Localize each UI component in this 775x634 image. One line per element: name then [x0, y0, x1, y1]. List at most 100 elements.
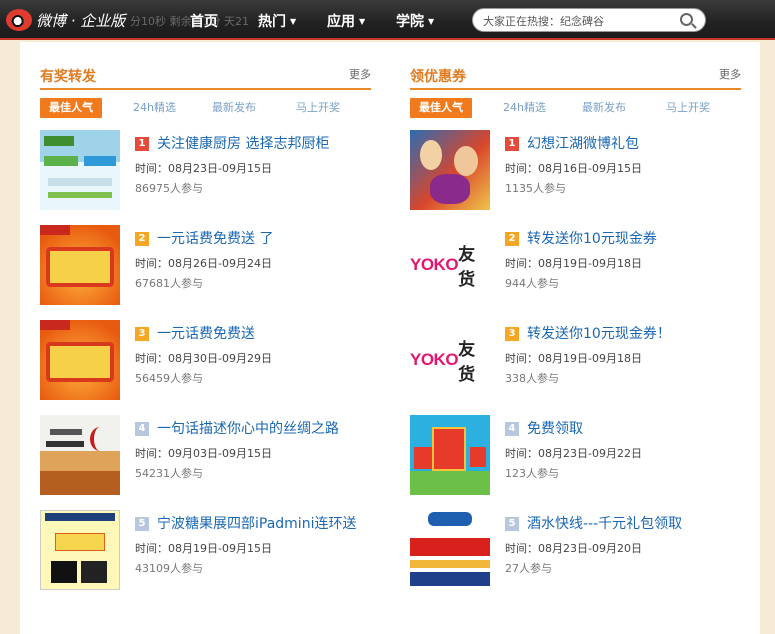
item-time: 时间：08月19日-09月18日	[505, 257, 642, 270]
list-item: 5 宁波糖果展四部iPadmini连环送 时间：08月19日-09月15日 43…	[40, 506, 371, 601]
list-item: YOKO 友货 3 转发送你10元现金券！ 时间：08月19日-09月18日 33…	[410, 316, 741, 411]
rank-badge: 4	[505, 422, 519, 436]
tab-most-popular[interactable]: 最佳人气	[410, 98, 472, 118]
item-title-link[interactable]: 转发送你10元现金券	[527, 228, 657, 248]
nav-academy[interactable]: 学院 ▼	[396, 11, 434, 31]
nav-apps[interactable]: 应用 ▼	[327, 11, 365, 31]
weibo-eye-icon	[6, 9, 32, 31]
item-participants: 338人参与	[505, 372, 559, 385]
item-time: 时间：08月19日-09月18日	[505, 352, 642, 365]
search-box[interactable]: 大家正在热搜：纪念碑谷	[472, 8, 706, 32]
tab-draw-soon[interactable]: 马上开奖	[666, 98, 710, 118]
item-time: 时间：08月19日-09月15日	[135, 542, 272, 555]
item-thumbnail[interactable]	[40, 320, 120, 400]
item-participants: 123人参与	[505, 467, 559, 480]
list-item: 4 一句话描述你心中的丝绸之路 时间：09月03日-09月15日 54231人参…	[40, 411, 371, 506]
item-title-link[interactable]: 宁波糖果展四部iPadmini连环送	[157, 513, 356, 533]
tab-24h-picks[interactable]: 24h精选	[503, 98, 546, 118]
logo-text: 微博 · 企业版	[36, 11, 126, 30]
nav-hot[interactable]: 热门 ▼	[258, 11, 296, 31]
item-time: 时间：08月26日-09月24日	[135, 257, 272, 270]
repost-prize-section: 有奖转发 更多 最佳人气 24h精选 最新发布 马上开奖 1 关注健康厨房 选择…	[40, 42, 371, 601]
tab-bar: 最佳人气 24h精选 最新发布 马上开奖	[40, 90, 371, 126]
item-participants: 56459人参与	[135, 372, 203, 385]
section-header: 有奖转发 更多	[40, 42, 371, 90]
item-title-link[interactable]: 酒水快线---千元礼包领取	[527, 513, 682, 533]
item-participants: 54231人参与	[135, 467, 203, 480]
yoko-logo-word: YOKO	[410, 350, 459, 369]
item-time: 时间：08月23日-09月15日	[135, 162, 272, 175]
search-input[interactable]: 大家正在热搜：纪念碑谷	[483, 13, 604, 29]
chevron-down-icon: ▼	[359, 17, 366, 26]
yoko-logo-cn: 友货	[458, 245, 476, 290]
item-time: 时间：08月30日-09月29日	[135, 352, 272, 365]
item-participants: 944人参与	[505, 277, 559, 290]
item-title-link[interactable]: 一句话描述你心中的丝绸之路	[157, 418, 339, 438]
weibo-logo[interactable]: 微博 · 企业版	[6, 6, 125, 34]
item-title-link[interactable]: 一元话费免费送 了	[157, 228, 273, 248]
top-bar: 微博 · 企业版 分10秒 剩余：1分 天21 首页 热门 ▼ 应用 ▼ 学院 ▼ 大…	[0, 0, 775, 40]
item-title-link[interactable]: 免费领取	[527, 418, 583, 438]
item-time: 时间：08月23日-09月20日	[505, 542, 642, 555]
tab-bar: 最佳人气 24h精选 最新发布 马上开奖	[410, 90, 741, 126]
item-participants: 67681人参与	[135, 277, 203, 290]
item-title-link[interactable]: 关注健康厨房 选择志邦厨柜	[157, 133, 329, 153]
tab-latest[interactable]: 最新发布	[212, 98, 256, 118]
nav-hot-label: 热门	[258, 14, 286, 30]
item-time: 时间：08月16日-09月15日	[505, 162, 642, 175]
item-title-link[interactable]: 幻想江湖微博礼包	[527, 133, 639, 153]
item-list: 1 关注健康厨房 选择志邦厨柜 时间：08月23日-09月15日 86975人参…	[40, 126, 371, 601]
more-link[interactable]: 更多	[349, 66, 371, 82]
tab-most-popular[interactable]: 最佳人气	[40, 98, 102, 118]
chevron-down-icon: ▼	[428, 17, 435, 26]
item-thumbnail[interactable]: YOKO 友货	[410, 225, 490, 305]
search-icon[interactable]	[680, 13, 693, 26]
tab-24h-picks[interactable]: 24h精选	[133, 98, 176, 118]
item-thumbnail[interactable]	[40, 225, 120, 305]
item-thumbnail[interactable]	[40, 510, 120, 590]
list-item: YOKO 友货 2 转发送你10元现金券 时间：08月19日-09月18日 944…	[410, 221, 741, 316]
item-time: 时间：08月23日-09月22日	[505, 447, 642, 460]
item-list: 1 幻想江湖微博礼包 时间：08月16日-09月15日 1135人参与 YOKO…	[410, 126, 741, 601]
rank-badge: 1	[135, 137, 149, 151]
item-participants: 43109人参与	[135, 562, 203, 575]
section-title: 有奖转发	[40, 69, 96, 85]
item-title-link[interactable]: 一元话费免费送	[157, 323, 255, 343]
nav-academy-label: 学院	[396, 14, 424, 30]
item-participants: 27人参与	[505, 562, 552, 575]
item-thumbnail[interactable]	[410, 415, 490, 495]
yoko-logo-cn: 友货	[458, 340, 476, 385]
rank-badge: 3	[505, 327, 519, 341]
tab-draw-soon[interactable]: 马上开奖	[296, 98, 340, 118]
item-participants: 1135人参与	[505, 182, 566, 195]
coupon-section: 领优惠券 更多 最佳人气 24h精选 最新发布 马上开奖 1 幻想江湖微博礼包 …	[410, 42, 741, 601]
item-title-link[interactable]: 转发送你10元现金券！	[527, 323, 671, 343]
rank-badge: 2	[135, 232, 149, 246]
list-item: 1 关注健康厨房 选择志邦厨柜 时间：08月23日-09月15日 86975人参…	[40, 126, 371, 221]
item-thumbnail[interactable]	[410, 510, 490, 590]
yoko-logo-word: YOKO	[410, 255, 459, 274]
more-link[interactable]: 更多	[719, 66, 741, 82]
item-participants: 86975人参与	[135, 182, 203, 195]
item-thumbnail[interactable]: YOKO 友货	[410, 320, 490, 400]
chevron-down-icon: ▼	[290, 17, 297, 26]
list-item: 2 一元话费免费送 了 时间：08月26日-09月24日 67681人参与	[40, 221, 371, 316]
item-thumbnail[interactable]	[410, 130, 490, 210]
rank-badge: 2	[505, 232, 519, 246]
section-header: 领优惠券 更多	[410, 42, 741, 90]
tab-latest[interactable]: 最新发布	[582, 98, 626, 118]
item-time: 时间：09月03日-09月15日	[135, 447, 272, 460]
list-item: 3 一元话费免费送 时间：08月30日-09月29日 56459人参与	[40, 316, 371, 411]
rank-badge: 4	[135, 422, 149, 436]
nav-home-label: 首页	[190, 14, 218, 30]
section-title: 领优惠券	[410, 69, 466, 85]
content-panel: 有奖转发 更多 最佳人气 24h精选 最新发布 马上开奖 1 关注健康厨房 选择…	[20, 42, 760, 634]
nav-home[interactable]: 首页	[190, 11, 218, 31]
rank-badge: 5	[505, 517, 519, 531]
nav-apps-label: 应用	[327, 14, 355, 30]
rank-badge: 5	[135, 517, 149, 531]
list-item: 4 免费领取 时间：08月23日-09月22日 123人参与	[410, 411, 741, 506]
list-item: 5 酒水快线---千元礼包领取 时间：08月23日-09月20日 27人参与	[410, 506, 741, 601]
item-thumbnail[interactable]	[40, 415, 120, 495]
item-thumbnail[interactable]	[40, 130, 120, 210]
